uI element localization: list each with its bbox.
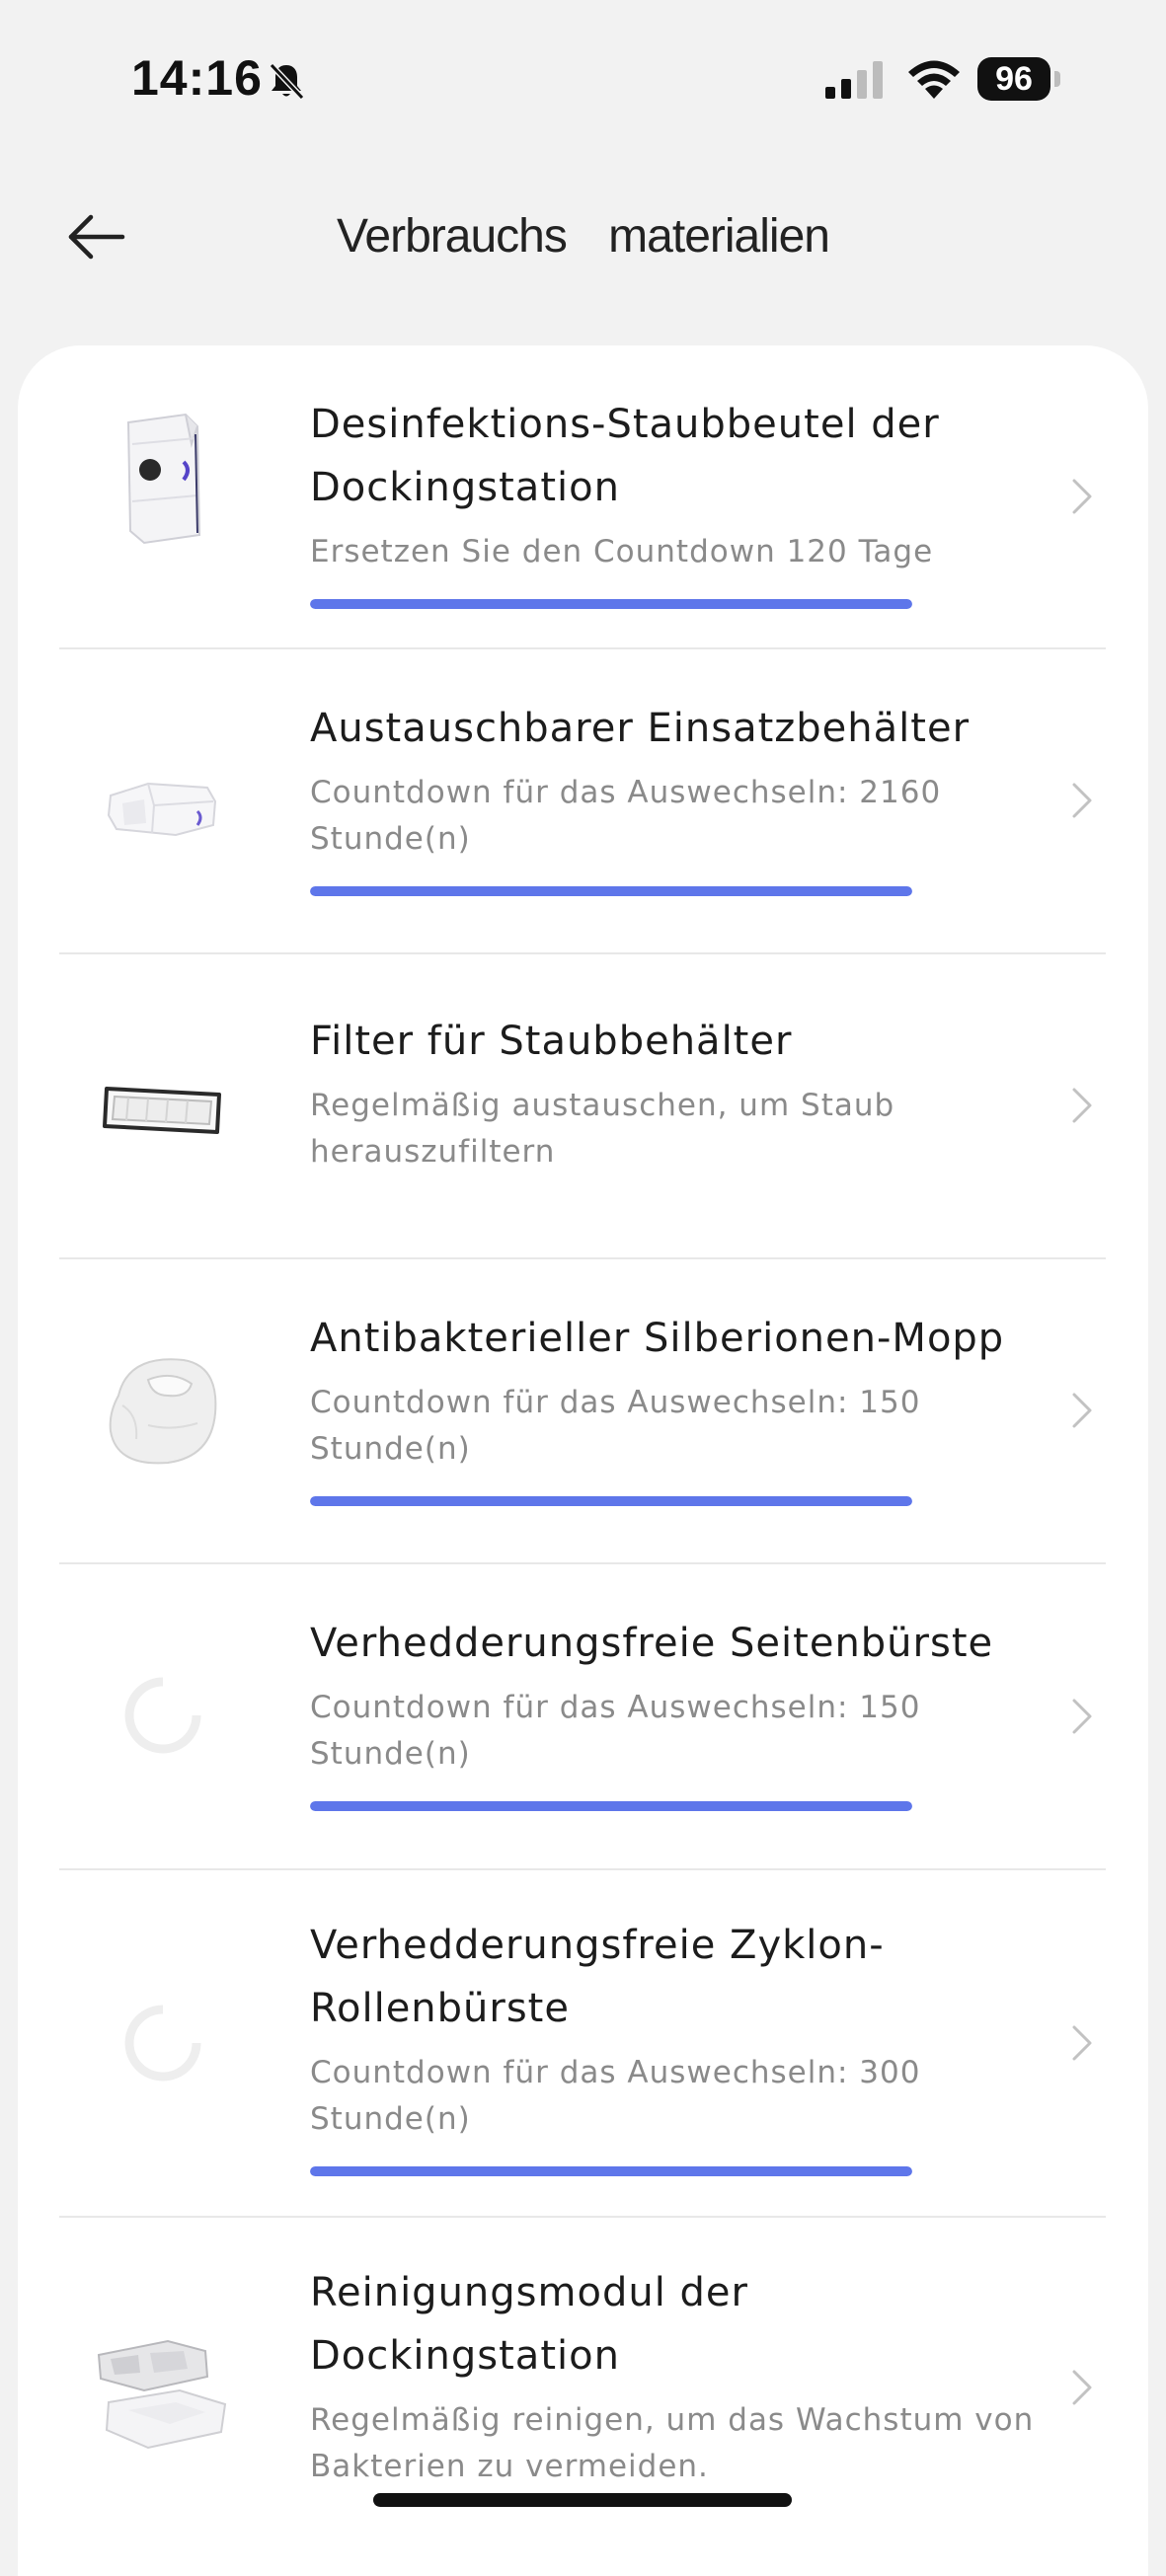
- item-subtitle: Regelmäßig reinigen, um das Wachstum von…: [310, 2402, 1035, 2484]
- list-item-mop[interactable]: Antibakterieller Silberionen-Mopp Countd…: [59, 1259, 1106, 1564]
- item-subtitle: Regelmäßig austauschen, um Staub herausz…: [310, 1088, 895, 1170]
- item-subtitle: Ersetzen Sie den Countdown 120 Tage: [310, 534, 934, 569]
- item-content: Austauschbarer Einsatzbehälter Countdown…: [310, 697, 1060, 896]
- chevron-right-icon: [1072, 1088, 1092, 1123]
- progress-bar: [310, 1801, 912, 1811]
- item-content: Filter für Staubbehälter Regelmäßig aust…: [310, 1010, 1060, 1175]
- battery-tip: [1054, 71, 1060, 87]
- item-content: Verhedderungsfreie Zyklon-Rollenbürste C…: [310, 1914, 1060, 2176]
- item-title: Reinigungsmodul der Dockingstation: [310, 2270, 748, 2379]
- progress-bar: [310, 2166, 912, 2176]
- progress-fill: [310, 599, 912, 609]
- chevron-right-icon: [1072, 1699, 1092, 1734]
- header: Verbrauchs materialien: [0, 158, 1166, 345]
- mop-image: [109, 1358, 217, 1465]
- wifi-icon: [908, 60, 960, 99]
- cellular-signal-icon: [825, 61, 883, 99]
- item-content: Antibakterieller Silberionen-Mopp Countd…: [310, 1307, 1060, 1506]
- item-content: Reinigungsmodul der Dockingstation Regel…: [310, 2261, 1060, 2490]
- loading-spinner-icon: [124, 2004, 202, 2082]
- item-subtitle: Countdown für das Auswechseln: 150 Stund…: [310, 1690, 921, 1772]
- battery-indicator: 96: [977, 57, 1060, 101]
- chevron-right-icon: [1072, 1393, 1092, 1428]
- list-item-roller-brush[interactable]: Verhedderungsfreie Zyklon-Rollenbürste C…: [59, 1870, 1106, 2218]
- progress-bar: [310, 599, 912, 609]
- battery-level: 96: [977, 57, 1050, 101]
- list-item-dust-bag[interactable]: Desinfektions-Staubbeutel der Dockingsta…: [59, 345, 1106, 649]
- progress-bar: [310, 1496, 912, 1506]
- list-item-filter[interactable]: Filter für Staubbehälter Regelmäßig aust…: [59, 954, 1106, 1259]
- consumables-list: Desinfektions-Staubbeutel der Dockingsta…: [18, 345, 1148, 2576]
- item-title: Desinfektions-Staubbeutel der Dockingsta…: [310, 402, 940, 510]
- item-content: Desinfektions-Staubbeutel der Dockingsta…: [310, 393, 1060, 609]
- list-item-cleaning-module[interactable]: Reinigungsmodul der Dockingstation Regel…: [59, 2218, 1106, 2514]
- chevron-right-icon: [1072, 2370, 1092, 2405]
- chevron-right-icon: [1072, 783, 1092, 818]
- chevron-right-icon: [1072, 2025, 1092, 2061]
- page-title: Verbrauchs materialien: [337, 210, 830, 263]
- container-image: [107, 782, 217, 837]
- dust-bag-image: [126, 413, 201, 545]
- item-title: Verhedderungsfreie Zyklon-Rollenbürste: [310, 1923, 885, 2031]
- item-subtitle: Countdown für das Auswechseln: 300 Stund…: [310, 2055, 921, 2137]
- cleaning-module-image: [97, 2339, 227, 2450]
- progress-bar: [310, 886, 912, 896]
- item-subtitle: Countdown für das Auswechseln: 150 Stund…: [310, 1385, 921, 1467]
- loading-spinner-icon: [124, 1676, 202, 1754]
- item-title: Austauschbarer Einsatzbehälter: [310, 706, 971, 751]
- chevron-right-icon: [1072, 479, 1092, 514]
- progress-fill: [310, 1496, 912, 1506]
- item-title: Verhedderungsfreie Seitenbürste: [310, 1621, 994, 1666]
- list-item-container[interactable]: Austauschbarer Einsatzbehälter Countdown…: [59, 649, 1106, 954]
- list-item-side-brush[interactable]: Verhedderungsfreie Seitenbürste Countdow…: [59, 1564, 1106, 1870]
- item-content: Verhedderungsfreie Seitenbürste Countdow…: [310, 1612, 1060, 1811]
- progress-fill: [310, 886, 912, 896]
- progress-fill: [310, 2166, 912, 2176]
- home-indicator[interactable]: [373, 2493, 792, 2507]
- progress-fill: [310, 1801, 912, 1811]
- item-title: Antibakterieller Silberionen-Mopp: [310, 1316, 1005, 1361]
- status-bar: 14:16 96: [0, 0, 1166, 158]
- item-subtitle: Countdown für das Auswechseln: 2160 Stun…: [310, 775, 942, 857]
- status-time: 14:16: [131, 50, 263, 106]
- filter-image: [103, 1087, 221, 1134]
- item-title: Filter für Staubbehälter: [310, 1019, 793, 1064]
- bell-muted-icon: [269, 62, 305, 101]
